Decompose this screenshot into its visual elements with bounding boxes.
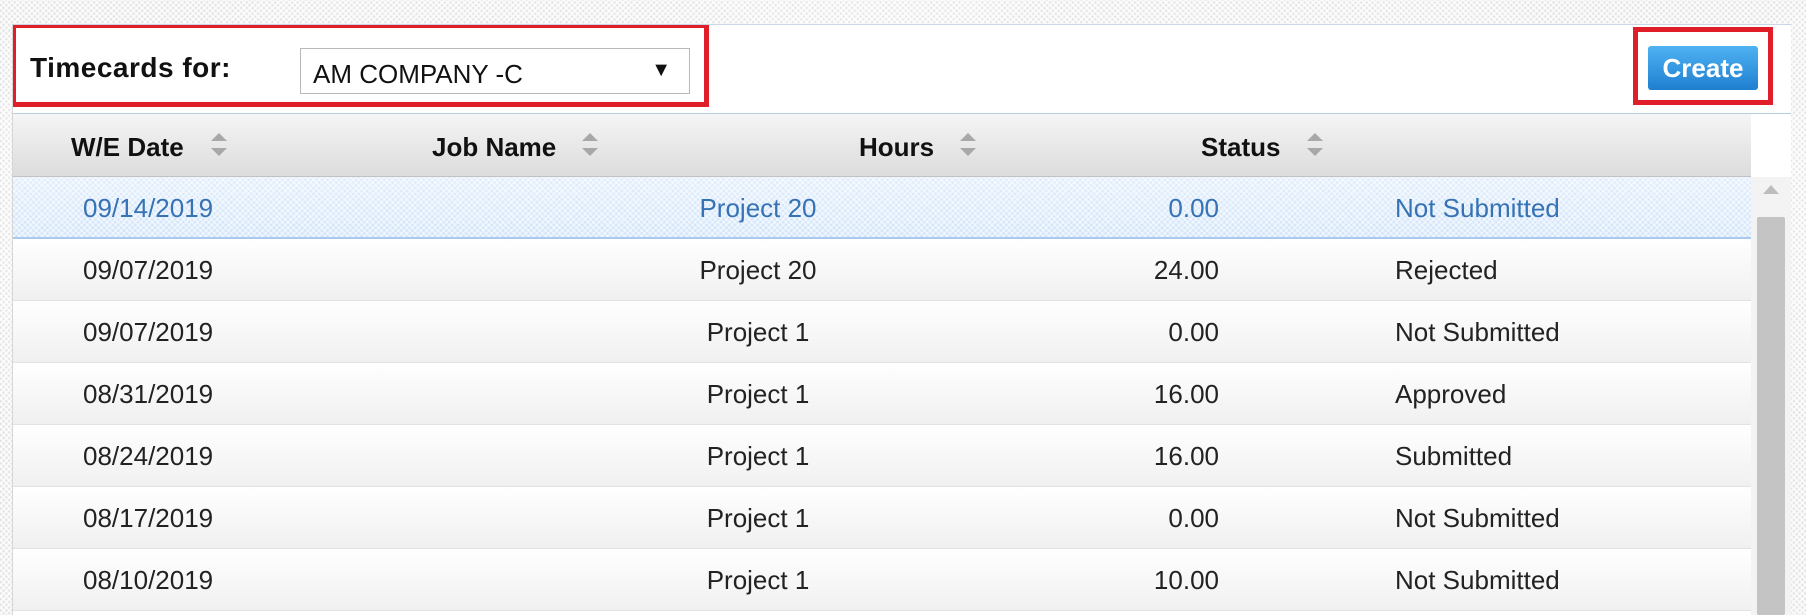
cell-job-name: Project 1: [706, 441, 810, 471]
table-header: W/E Date Job Name Hours Status: [13, 114, 1751, 177]
cell-we-date: 08/10/2019: [83, 565, 214, 595]
table-row[interactable]: 09/07/2019 Project 1 0.00 Not Submitted: [13, 301, 1751, 363]
cell-job-name: Project 1: [706, 503, 810, 533]
company-select[interactable]: AM COMPANY -C ▼: [300, 48, 690, 94]
cell-hours: 16.00: [1153, 379, 1219, 409]
timecard-rows: 09/14/2019 Project 20 0.00 Not Submitted…: [13, 177, 1751, 615]
table-row[interactable]: 09/07/2019 Project 20 24.00 Rejected: [13, 239, 1751, 301]
cell-status: Submitted: [1395, 441, 1513, 471]
vertical-scrollbar[interactable]: [1751, 177, 1791, 615]
create-button[interactable]: Create: [1648, 46, 1758, 90]
timecards-for-label: Timecards for:: [30, 52, 231, 83]
company-select-value: AM COMPANY -C: [313, 59, 523, 89]
cell-hours: 16.00: [1153, 441, 1219, 471]
cell-status: Not Submitted: [1395, 193, 1560, 223]
cell-hours: 24.00: [1153, 255, 1219, 285]
cell-job-name: Project 20: [699, 193, 817, 223]
chevron-down-icon: ▼: [651, 59, 671, 81]
column-header-we-date[interactable]: W/E Date: [71, 132, 184, 163]
cell-we-date: 09/14/2019: [83, 193, 214, 223]
cell-we-date: 08/31/2019: [83, 379, 214, 409]
column-header-hours[interactable]: Hours: [859, 132, 934, 163]
create-button-highlight: Create: [1633, 27, 1773, 105]
scrollbar-thumb[interactable]: [1757, 217, 1785, 615]
cell-status: Not Submitted: [1395, 317, 1560, 347]
cell-job-name: Project 20: [699, 255, 817, 285]
sort-arrows-icon[interactable]: [207, 126, 231, 162]
column-header-job-name[interactable]: Job Name: [432, 132, 556, 163]
cell-hours: 0.00: [1168, 503, 1219, 533]
cell-job-name: Project 1: [706, 565, 810, 595]
column-header-status[interactable]: Status: [1201, 132, 1280, 163]
table-row[interactable]: 08/24/2019 Project 1 16.00 Submitted: [13, 425, 1751, 487]
cell-status: Not Submitted: [1395, 565, 1560, 595]
table-row[interactable]: 08/10/2019 Project 1 10.00 Not Submitted: [13, 549, 1751, 611]
sort-arrows-icon[interactable]: [1303, 126, 1327, 162]
sort-arrows-icon[interactable]: [578, 126, 602, 162]
cell-we-date: 08/17/2019: [83, 503, 214, 533]
cell-hours: 10.00: [1153, 565, 1219, 595]
cell-we-date: 08/24/2019: [83, 441, 214, 471]
cell-hours: 0.00: [1168, 317, 1219, 347]
cell-job-name: Project 1: [706, 379, 810, 409]
scroll-up-icon[interactable]: [1763, 185, 1779, 194]
cell-status: Not Submitted: [1395, 503, 1560, 533]
cell-job-name: Project 1: [706, 317, 810, 347]
timecards-filter-highlight: Timecards for: AM COMPANY -C ▼: [13, 25, 709, 107]
sort-arrows-icon[interactable]: [956, 126, 980, 162]
cell-we-date: 09/07/2019: [83, 255, 214, 285]
table-row[interactable]: 08/31/2019 Project 1 16.00 Approved: [13, 363, 1751, 425]
cell-we-date: 09/07/2019: [83, 317, 214, 347]
cell-hours: 0.00: [1168, 193, 1219, 223]
table-row[interactable]: 09/14/2019 Project 20 0.00 Not Submitted: [13, 177, 1751, 239]
cell-status: Rejected: [1395, 255, 1498, 285]
cell-status: Approved: [1395, 379, 1507, 409]
toolbar: Timecards for: AM COMPANY -C ▼ Create: [13, 25, 1791, 114]
timecards-panel: Timecards for: AM COMPANY -C ▼ Create W/…: [12, 24, 1791, 615]
table-row[interactable]: 08/17/2019 Project 1 0.00 Not Submitted: [13, 487, 1751, 549]
